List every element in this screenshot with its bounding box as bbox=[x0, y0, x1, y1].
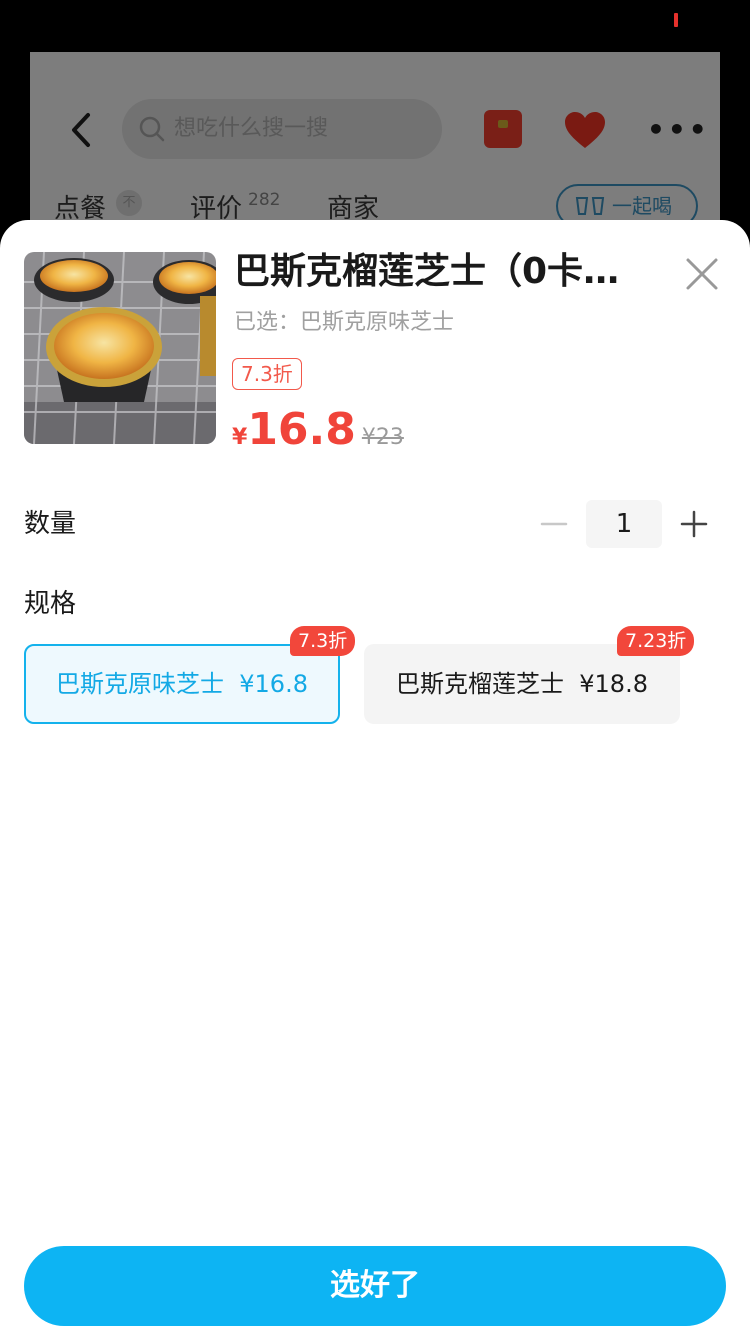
search-bar[interactable]: 想吃什么搜一搜 bbox=[122, 99, 442, 159]
quantity-value[interactable]: 1 bbox=[586, 500, 662, 548]
confirm-button[interactable]: 选好了 bbox=[24, 1246, 726, 1326]
spec-option-durian[interactable]: 巴斯克榴莲芝士 ¥18.8 bbox=[364, 644, 680, 724]
more-icon[interactable]: ••• bbox=[647, 116, 710, 144]
sku-selection-sheet: 巴斯克榴莲芝士（0卡糖… 已选：巴斯克原味芝士 7.3折 ¥16.8 ¥23 数量… bbox=[0, 220, 750, 1334]
price-row: ¥16.8 ¥23 bbox=[232, 404, 404, 455]
spec-label: 规格 bbox=[24, 589, 77, 619]
selected-spec-text: 已选：巴斯克原味芝士 bbox=[234, 310, 455, 335]
status-bar bbox=[0, 0, 750, 52]
product-image bbox=[24, 252, 216, 444]
discount-tag: 7.3折 bbox=[232, 358, 302, 390]
tab-order-badge: 不 bbox=[116, 190, 142, 216]
spec-option-original[interactable]: 巴斯克原味芝士 ¥16.8 bbox=[24, 644, 340, 724]
spec-discount-badge: 7.23折 bbox=[617, 626, 695, 656]
favorite-heart-icon[interactable] bbox=[563, 110, 607, 150]
group-order-label: 一起喝 bbox=[612, 194, 672, 218]
original-price: ¥23 bbox=[361, 425, 404, 450]
spec-option-label: 巴斯克榴莲芝士 ¥18.8 bbox=[396, 670, 648, 698]
quantity-label: 数量 bbox=[24, 509, 77, 539]
increase-quantity-button[interactable] bbox=[680, 500, 708, 548]
recording-indicator bbox=[674, 13, 678, 27]
close-icon[interactable] bbox=[682, 254, 722, 294]
spec-discount-badge: 7.3折 bbox=[290, 626, 356, 656]
review-count: 282 bbox=[248, 190, 281, 210]
cheers-icon bbox=[575, 197, 605, 215]
current-price: 16.8 bbox=[247, 404, 356, 455]
search-icon bbox=[139, 116, 165, 142]
decrease-quantity-button[interactable] bbox=[540, 500, 568, 548]
search-placeholder: 想吃什么搜一搜 bbox=[174, 116, 329, 141]
red-packet-icon[interactable] bbox=[484, 110, 522, 148]
back-arrow-icon[interactable] bbox=[68, 112, 94, 148]
spec-option-label: 巴斯克原味芝士 ¥16.8 bbox=[56, 670, 308, 698]
currency-symbol: ¥ bbox=[232, 425, 248, 450]
product-title: 巴斯克榴莲芝士（0卡糖… bbox=[234, 251, 654, 292]
